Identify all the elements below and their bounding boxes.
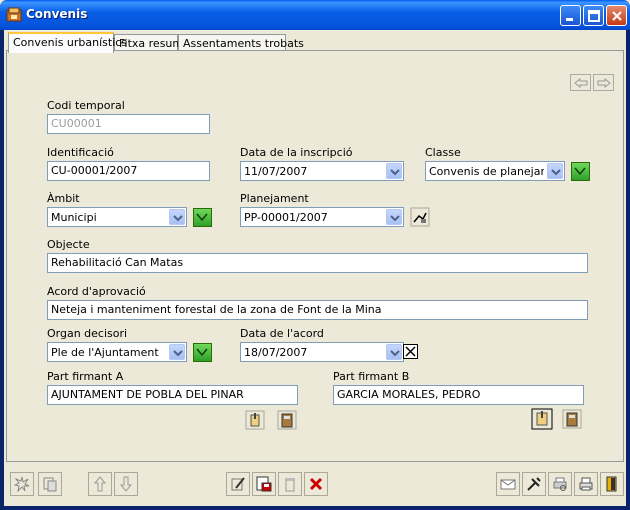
previous-record-button[interactable]	[570, 74, 591, 91]
ambit-value: Municipi	[51, 211, 97, 224]
organ-decisori-label: Organ decisori	[47, 327, 128, 340]
send-mail-button[interactable]	[496, 472, 520, 496]
planejament-select[interactable]: PP-00001/2007	[240, 207, 404, 227]
data-acord-label: Data de l'acord	[240, 327, 324, 340]
maximize-button[interactable]	[583, 5, 604, 26]
edit-button[interactable]	[226, 472, 250, 496]
move-down-button[interactable]	[114, 472, 138, 496]
bottom-toolbar	[6, 466, 624, 504]
chevron-down-icon[interactable]	[169, 344, 185, 360]
check-icon	[196, 348, 208, 357]
ambit-confirm-button[interactable]	[193, 208, 212, 227]
organ-decisori-confirm-button[interactable]	[193, 343, 212, 362]
codi-temporal-field: CU00001	[47, 114, 210, 134]
arrow-left-icon	[574, 78, 588, 88]
arrow-right-icon	[597, 78, 611, 88]
save-icon	[256, 476, 272, 492]
next-record-button[interactable]	[593, 74, 614, 91]
check-icon	[196, 213, 208, 222]
printer-icon	[579, 477, 593, 491]
app-window: Convenis Convenis urbanístics Fitxa resu…	[0, 0, 630, 510]
codi-temporal-label: Codi temporal	[47, 99, 125, 112]
door-exit-icon	[606, 476, 617, 492]
part-firmant-b-label: Part firmant B	[333, 370, 410, 383]
acord-aprovacio-label: Acord d'aprovació	[47, 285, 146, 298]
cancel-button[interactable]	[304, 472, 328, 496]
tools-icon	[527, 477, 541, 491]
maximize-icon	[588, 10, 600, 22]
save-button[interactable]	[252, 472, 276, 496]
objecte-field[interactable]: Rehabilitació Can Matas	[47, 253, 588, 273]
arrow-up-icon	[93, 476, 107, 492]
window-client: Convenis urbanístics Fitxa resum Assenta…	[4, 30, 626, 506]
minimize-button[interactable]	[560, 5, 581, 26]
archive-part-a-icon[interactable]	[277, 410, 297, 430]
planejament-label: Planejament	[240, 192, 309, 205]
minimize-icon	[566, 18, 573, 21]
search-planejament-icon[interactable]	[410, 207, 430, 227]
close-icon	[612, 11, 622, 21]
clear-date-icon[interactable]	[403, 344, 418, 359]
app-icon	[6, 7, 22, 22]
chevron-down-icon[interactable]	[386, 209, 402, 225]
classe-value: Convenis de planejamen	[429, 165, 544, 178]
classe-select[interactable]: Convenis de planejamen	[425, 161, 565, 181]
acord-aprovacio-field[interactable]: Neteja i manteniment forestal de la zona…	[47, 300, 588, 320]
archive-part-b-icon[interactable]	[562, 409, 582, 429]
delete-button[interactable]	[278, 472, 302, 496]
title-bar[interactable]: Convenis	[0, 0, 630, 30]
duplicate-record-button[interactable]	[38, 472, 62, 496]
data-inscripcio-picker[interactable]: 11/07/2007	[240, 161, 404, 181]
organ-decisori-select[interactable]: Ple de l'Ajuntament	[47, 342, 187, 362]
copy-icon	[43, 477, 57, 492]
arrow-down-icon	[119, 476, 133, 492]
part-firmant-a-label: Part firmant A	[47, 370, 124, 383]
organ-decisori-value: Ple de l'Ajuntament	[51, 346, 159, 359]
chevron-down-icon[interactable]	[386, 163, 402, 179]
chevron-down-icon[interactable]	[169, 209, 185, 225]
part-firmant-a-field[interactable]: AJUNTAMENT DE POBLA DEL PINAR	[47, 385, 298, 405]
edit-part-a-icon[interactable]	[245, 410, 265, 430]
ambit-label: Àmbit	[47, 192, 80, 205]
edit-part-b-icon[interactable]	[531, 408, 553, 430]
print-preview-icon	[553, 477, 567, 491]
exit-button[interactable]	[600, 472, 624, 496]
part-firmant-b-field[interactable]: GARCIA MORALES, PEDRO	[333, 385, 584, 405]
tab-convenis-urbanistics[interactable]: Convenis urbanístics	[8, 32, 127, 53]
data-inscripcio-label: Data de la inscripció	[240, 146, 353, 159]
ambit-select[interactable]: Municipi	[47, 207, 187, 227]
chevron-down-icon[interactable]	[547, 163, 563, 179]
trash-icon	[285, 478, 295, 492]
new-record-button[interactable]	[10, 472, 34, 496]
print-preview-button[interactable]	[548, 472, 572, 496]
data-inscripcio-value: 11/07/2007	[244, 165, 308, 178]
check-tools-button[interactable]	[522, 472, 546, 496]
close-button[interactable]	[606, 5, 627, 26]
pencil-icon	[231, 477, 245, 491]
move-up-button[interactable]	[88, 472, 112, 496]
identificacio-field[interactable]: CU-00001/2007	[47, 161, 210, 181]
classe-confirm-button[interactable]	[571, 162, 590, 181]
check-icon	[574, 167, 586, 176]
data-acord-value: 18/07/2007	[244, 346, 308, 359]
objecte-label: Objecte	[47, 238, 90, 251]
identificacio-label: Identificació	[47, 146, 114, 159]
planejament-value: PP-00001/2007	[244, 211, 328, 224]
cancel-icon	[309, 477, 323, 491]
burst-icon	[14, 476, 30, 492]
window-title: Convenis	[26, 7, 88, 21]
tab-panel: Codi temporal CU00001 Identificació CU-0…	[6, 50, 624, 462]
mail-icon	[500, 479, 516, 490]
classe-label: Classe	[425, 146, 461, 159]
print-button[interactable]	[574, 472, 598, 496]
data-acord-picker[interactable]: 18/07/2007	[240, 342, 404, 362]
chevron-down-icon[interactable]	[386, 344, 402, 360]
